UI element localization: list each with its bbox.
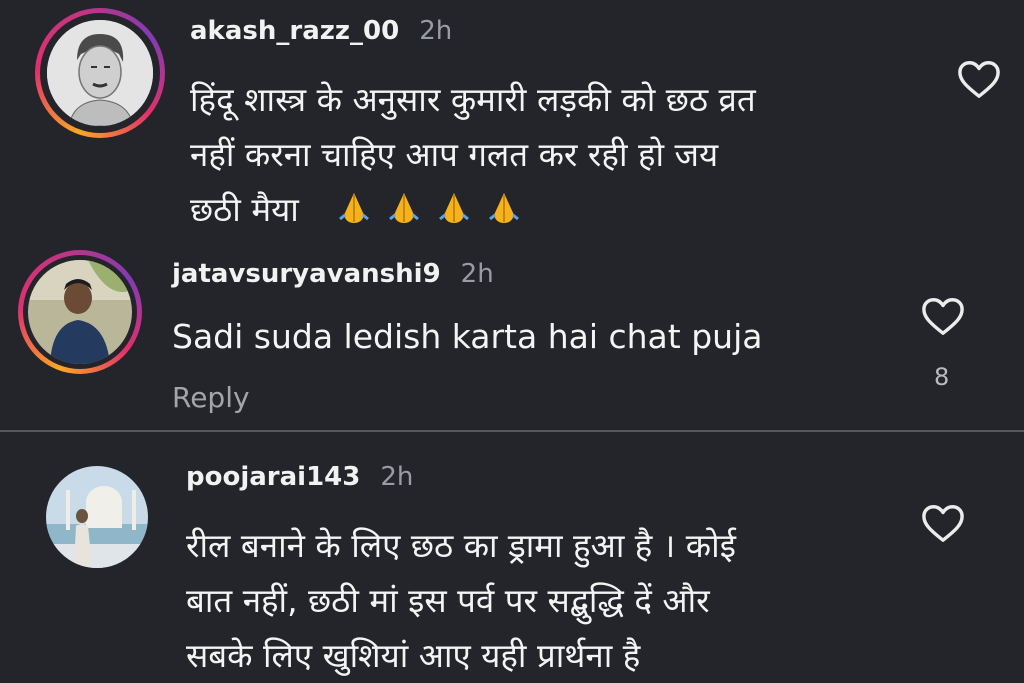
folded-hands-emoji (488, 193, 519, 223)
comment-text: रील बनाने के लिए छठ का ड्रामा हुआ है । क… (186, 518, 906, 683)
comment-username[interactable]: jatavsuryavanshi9 (172, 259, 441, 289)
folded-hands-emoji (338, 193, 369, 223)
avatar-story-ring[interactable] (18, 250, 142, 374)
avatar-photo (28, 260, 132, 364)
heart-outline-icon[interactable] (956, 58, 1002, 100)
comment-text-line: सबके लिए खुशियां आए यही प्रार्थना है (186, 636, 641, 675)
comment-item: poojarai143 2h रील बनाने के लिए छठ का ड्… (0, 432, 1024, 683)
avatar (28, 260, 132, 364)
comment-text-tail: छठी मैया (190, 190, 299, 229)
comment-text-line: छठी मैया (190, 182, 910, 237)
heart-outline-icon[interactable] (920, 502, 966, 544)
avatar-sketch (47, 20, 153, 126)
comment-text: हिंदू शास्त्र के अनुसार कुमारी लड़की को … (190, 72, 910, 237)
comment-item: jatavsuryavanshi9 2h Sadi suda ledish ka… (0, 245, 1024, 430)
folded-hands-emoji (388, 193, 419, 223)
like-count: 8 (934, 363, 950, 391)
reply-button[interactable]: Reply (172, 381, 250, 414)
comment-timestamp: 2h (380, 462, 414, 492)
comment-text-line: बात नहीं, छठी मां इस पर्व पर सद्बुद्धि द… (186, 581, 710, 620)
comment-username[interactable]: poojarai143 (186, 462, 360, 492)
avatar[interactable] (46, 466, 148, 568)
avatar-photo (46, 466, 148, 568)
comment-timestamp: 2h (460, 259, 494, 289)
comment-text: Sadi suda ledish karta hai chat puja (172, 317, 763, 356)
comment-text-line: हिंदू शास्त्र के अनुसार कुमारी लड़की को … (190, 80, 756, 119)
comment-text-line: रील बनाने के लिए छठ का ड्रामा हुआ है । क… (186, 526, 736, 565)
heart-outline-icon[interactable] (920, 295, 966, 337)
comment-timestamp: 2h (419, 16, 453, 46)
comment-item: akash_razz_00 2h हिंदू शास्त्र के अनुसार… (0, 0, 1024, 245)
avatar-story-ring[interactable] (35, 8, 165, 138)
avatar (47, 20, 153, 126)
comment-text-line: नहीं करना चाहिए आप गलत कर रही हो जय (190, 135, 719, 174)
comment-username[interactable]: akash_razz_00 (190, 16, 399, 46)
folded-hands-emoji (438, 193, 469, 223)
